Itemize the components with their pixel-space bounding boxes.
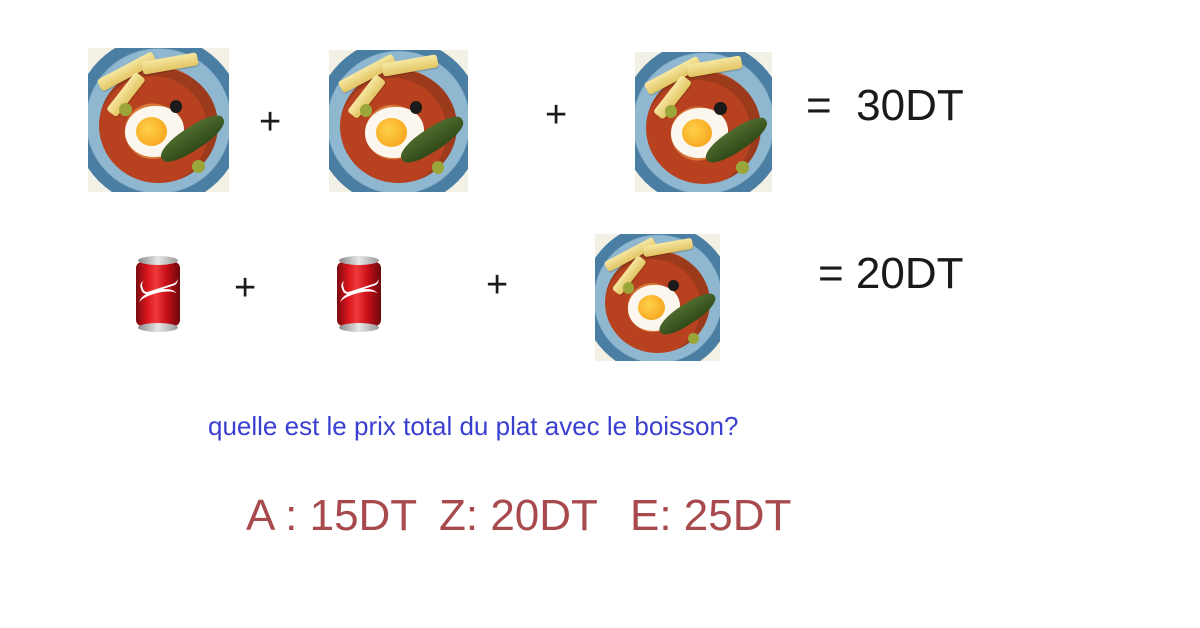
answer-option-z[interactable]: Z: 20DT <box>439 494 598 538</box>
dish-image <box>635 52 772 192</box>
equation-result: = 20DT <box>818 249 964 298</box>
plus-operator: + <box>486 264 509 306</box>
question-text: quelle est le prix total du plat avec le… <box>208 411 739 441</box>
plus-operator: + <box>234 267 257 309</box>
plus-operator: + <box>259 101 282 143</box>
dish-image <box>595 234 720 361</box>
answer-option-a[interactable]: A : 15DT <box>246 494 417 538</box>
dish-image <box>329 50 468 192</box>
dish-image <box>88 48 229 192</box>
soda-can-image <box>136 256 180 332</box>
answer-option-e[interactable]: E: 25DT <box>630 494 791 538</box>
equation-result: = 30DT <box>806 81 964 130</box>
soda-can-image <box>337 256 381 332</box>
plus-operator: + <box>545 94 568 136</box>
